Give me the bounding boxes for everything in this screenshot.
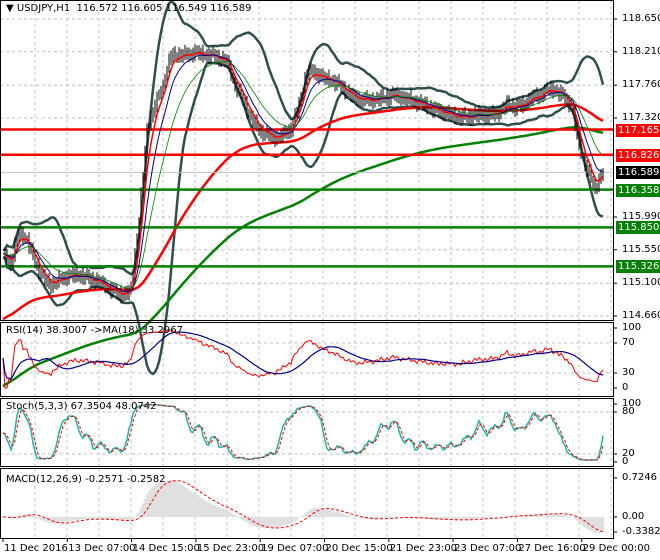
level-price-tag: 117.165 [616, 123, 660, 137]
ma-200-line [2, 126, 604, 388]
price-tick-label: 117.320 [622, 112, 660, 123]
chart-title: ▼ USDJPY,H1 116.572 116.605 116.549 116.… [6, 3, 252, 14]
time-tick-label: 19 Dec 07:00 [261, 543, 329, 554]
price-tick-label: 117.760 [622, 79, 660, 91]
time-tick-label: 11 Dec 2016 [4, 543, 68, 554]
indicator-tick-label: 0.00 [622, 511, 645, 522]
level-price-tag: 115.326 [616, 260, 660, 274]
stoch-signal-line [2, 404, 604, 461]
price-tick-label: 118.650 [622, 13, 660, 24]
stoch-main-line [2, 404, 604, 461]
indicator-tick-label: 30 [622, 367, 635, 378]
current-price-tag: 116.589 [616, 166, 660, 180]
time-tick-label: 14 Dec 15:00 [132, 543, 200, 554]
indicator-tick-label: 80 [622, 406, 635, 417]
price-tick-label: 115.990 [622, 211, 660, 222]
level-price-tag: 116.826 [616, 148, 660, 162]
price-tick-label: 115.550 [622, 243, 660, 255]
time-tick-label: 21 Dec 23:00 [389, 543, 458, 554]
time-tick-label: 29 Dec 00:00 [582, 543, 650, 554]
price-tick-label: 114.660 [622, 310, 660, 321]
stoch-label: Stoch(5,3,3) 67.3504 48.0742 [6, 401, 157, 412]
level-price-tag: 116.358 [616, 183, 660, 197]
indicator-tick-label: -0.3382 [622, 526, 660, 537]
time-tick-label: 20 Dec 15:00 [325, 543, 393, 554]
rsi-label: RSI(14) 38.3007 ->MA(18) 33.2967 [6, 325, 183, 336]
indicator-tick-label: 0 [622, 382, 629, 393]
price-tick-label: 118.210 [622, 45, 660, 57]
ohlc-readout: 116.572 116.605 116.549 116.589 [76, 3, 252, 14]
level-price-tag: 115.850 [616, 221, 660, 235]
symbol-label: USDJPY,H1 [16, 3, 71, 14]
chart-window: ▼ USDJPY,H1 116.572 116.605 116.549 116.… [0, 0, 660, 560]
macd-signal-line [3, 480, 604, 533]
macd-label: MACD(12,26,9) -0.2571 -0.2582 [6, 474, 166, 485]
time-tick-label: 27 Dec 16:00 [518, 543, 586, 554]
time-tick-label: 13 Dec 07:00 [68, 543, 136, 554]
rsi-line [2, 330, 604, 389]
indicator-tick-label: 0.7246 [622, 472, 657, 483]
time-tick-label: 23 Dec 07:00 [454, 543, 522, 554]
indicator-tick-label: 70 [622, 337, 635, 348]
time-tick-label: 15 Dec 23:00 [196, 543, 265, 554]
indicator-tick-label: 100 [622, 322, 642, 333]
rsi-ma-line [2, 331, 604, 380]
price-tick-label: 115.100 [622, 277, 660, 289]
indicator-tick-label: 0 [622, 456, 629, 467]
panel-border [0, 0, 614, 321]
dropdown-triangle-icon[interactable]: ▼ [6, 3, 14, 14]
